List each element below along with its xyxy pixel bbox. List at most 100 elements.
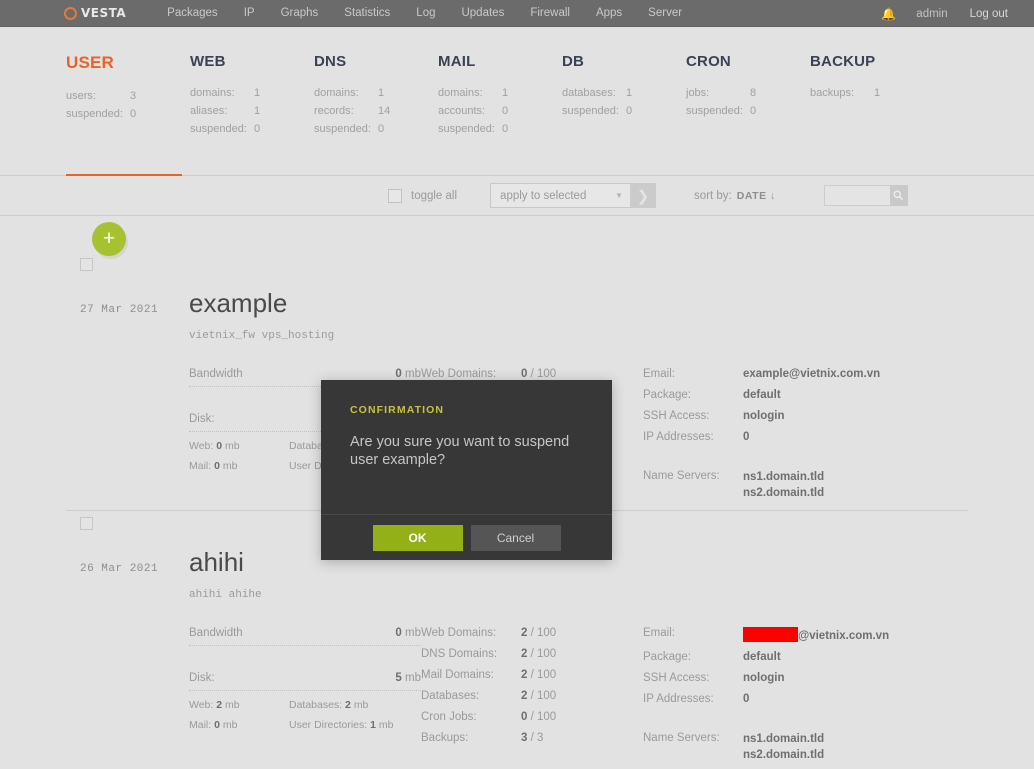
info-value-package: default	[743, 651, 781, 664]
quota-limit: / 100	[530, 648, 557, 661]
stats-value: 1	[626, 87, 633, 99]
dialog-title: CONFIRMATION	[350, 404, 445, 416]
stats-title-web: WEB	[190, 53, 226, 70]
sort-by-label: sort by:	[694, 189, 732, 202]
nav-item-packages[interactable]: Packages	[154, 7, 231, 19]
cancel-button[interactable]: Cancel	[470, 524, 561, 551]
stats-label: domains:	[190, 87, 235, 99]
stats-label: suspended:	[314, 123, 371, 135]
nameserver-2: ns2.domain.tld	[743, 748, 825, 761]
quota-used: 0	[521, 368, 528, 380]
info-label: IP Addresses:	[643, 431, 714, 443]
stats-row: databases: 1	[562, 87, 686, 99]
stats-column-dns[interactable]: DNS domains: 1 records: 14 suspended: 0	[314, 53, 438, 141]
ok-button[interactable]: OK	[372, 524, 463, 551]
stats-title-cron: CRON	[686, 53, 731, 70]
db-disk-label: Databases:	[289, 699, 343, 712]
search-button[interactable]	[889, 185, 908, 206]
disk-label: Disk:	[189, 672, 215, 685]
mail-disk-value: 0	[214, 719, 220, 732]
quota-limit: / 100	[530, 711, 557, 724]
quota-label: Web Domains:	[421, 627, 497, 640]
nav-item-graphs[interactable]: Graphs	[268, 7, 332, 19]
userdir-disk-value: 1	[370, 719, 376, 732]
quota-row-dns-domains: DNS Domains: 2 / 100	[421, 648, 643, 660]
stats-column-user[interactable]: USER users: 3 suspended: 0	[66, 53, 190, 141]
stats-value: 0	[626, 105, 633, 117]
toggle-all-checkbox[interactable]	[388, 188, 402, 203]
quota-label: DNS Domains:	[421, 648, 498, 661]
quota-row-backups: Backups: 3 / 3	[421, 732, 643, 744]
search-input[interactable]	[823, 185, 890, 206]
web-disk-unit: mb	[225, 440, 240, 452]
nav-user-admin[interactable]: admin	[906, 8, 957, 20]
stats-label: suspended:	[66, 108, 123, 120]
stats-value: 1	[502, 87, 509, 99]
info-value-ssh: nologin	[743, 410, 785, 422]
info-row-email: Email: example@vietnix.com.vn	[643, 368, 963, 380]
stats-column-mail[interactable]: MAIL domains: 1 accounts: 0 suspended: 0	[438, 53, 562, 141]
stats-value: 14	[378, 105, 391, 117]
mail-disk-value: 0	[214, 460, 220, 472]
quota-row-databases: Databases: 2 / 100	[421, 690, 643, 702]
sort-by-value[interactable]: DATE ↓	[737, 190, 776, 202]
quota-used: 2	[521, 669, 528, 682]
quota-used: 3	[521, 732, 528, 745]
nav-right-group: 🔔 admin Log out	[871, 0, 1034, 27]
vesta-logo[interactable]: VESTA	[64, 6, 126, 20]
stats-label: suspended:	[686, 105, 743, 117]
add-user-row: +	[0, 216, 1034, 256]
apply-go-button[interactable]: ❯	[630, 183, 657, 208]
info-label: Email:	[643, 627, 675, 640]
web-disk-value: 2	[216, 699, 223, 712]
quota-used: 0	[521, 711, 528, 724]
mail-disk-unit: mb	[222, 460, 238, 472]
add-user-button[interactable]: +	[92, 222, 126, 256]
nav-item-server[interactable]: Server	[635, 7, 695, 19]
stats-value: 3	[130, 90, 137, 102]
info-row-email: Email: @vietnix.com.vn	[643, 627, 963, 643]
nav-logout-link[interactable]: Log out	[958, 8, 1018, 20]
stats-label: jobs:	[686, 87, 710, 99]
quota-label: Cron Jobs:	[421, 711, 477, 724]
quota-limit: / 100	[530, 627, 557, 640]
stats-label: records:	[314, 105, 354, 117]
bandwidth-unit: mb	[405, 368, 421, 380]
quota-label: Mail Domains:	[421, 669, 494, 682]
record-subtitle: ahihi ahihe	[189, 589, 262, 602]
stats-label: domains:	[438, 87, 483, 99]
stats-column-web[interactable]: WEB domains: 1 aliases: 1 suspended: 0	[190, 53, 314, 141]
info-value-ip: 0	[743, 693, 750, 706]
record-subtitle: vietnix_fw vps_hosting	[189, 330, 335, 342]
quota-label: Databases:	[421, 690, 480, 703]
bandwidth-value: 0	[395, 627, 402, 640]
stats-column-cron[interactable]: CRON jobs: 8 suspended: 0	[686, 53, 810, 141]
nav-item-ip[interactable]: IP	[231, 7, 268, 19]
stats-label: suspended:	[190, 123, 247, 135]
record-date: 27 Mar 2021	[80, 304, 159, 316]
stats-label: aliases:	[190, 105, 228, 117]
web-disk-value: 0	[216, 440, 223, 452]
record-checkbox[interactable]	[80, 517, 93, 531]
stats-value: 0	[502, 123, 509, 135]
info-label: Email:	[643, 368, 675, 380]
info-label: Package:	[643, 651, 691, 664]
bell-icon[interactable]: 🔔	[871, 7, 906, 21]
quota-limit: / 100	[530, 669, 557, 682]
stats-label: backups:	[810, 87, 855, 99]
list-toolbar: toggle all apply to selected ▼ ❯ sort by…	[0, 174, 1034, 216]
email-redaction-box	[743, 627, 798, 643]
apply-to-selected-select[interactable]: apply to selected ▼	[490, 183, 631, 208]
record-username[interactable]: example	[189, 290, 968, 316]
nav-item-log[interactable]: Log	[403, 7, 448, 19]
info-row-ip-addresses: IP Addresses: 0	[643, 693, 963, 705]
nav-item-statistics[interactable]: Statistics	[331, 7, 403, 19]
stats-column-backup[interactable]: BACKUP backups: 1	[810, 53, 934, 141]
record-checkbox[interactable]	[80, 258, 93, 271]
nav-item-updates[interactable]: Updates	[448, 7, 517, 19]
stats-value: 0	[750, 105, 757, 117]
quota-row-web-domains: Web Domains: 0 / 100	[421, 368, 643, 380]
nav-item-firewall[interactable]: Firewall	[517, 7, 583, 19]
nav-item-apps[interactable]: Apps	[583, 7, 635, 19]
stats-column-db[interactable]: DB databases: 1 suspended: 0	[562, 53, 686, 141]
